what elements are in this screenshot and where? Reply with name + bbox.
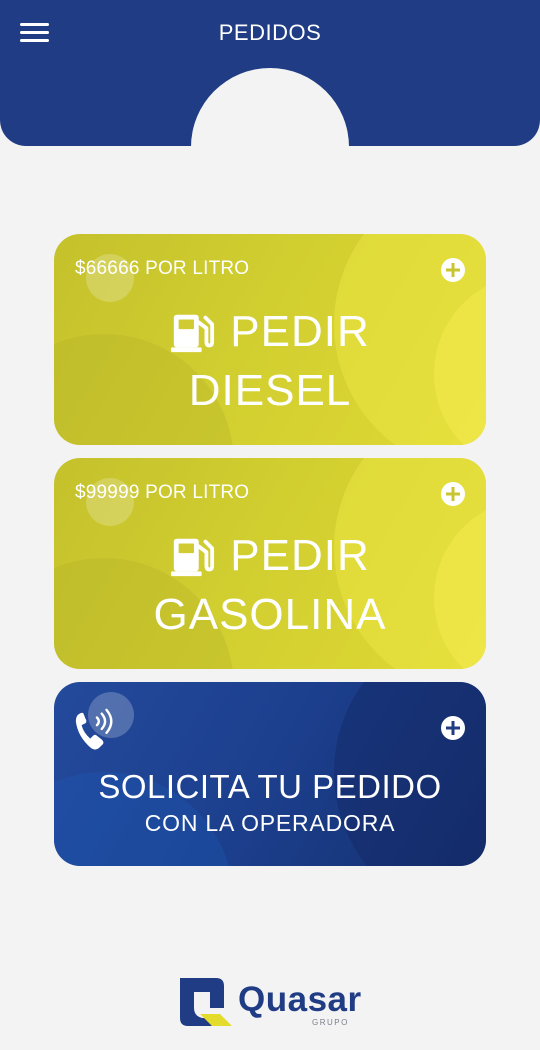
- plus-icon[interactable]: [441, 258, 465, 282]
- order-gasoline-card[interactable]: $99999 POR LITRO PEDIR GASOLINA: [54, 458, 486, 669]
- gasoline-action-label: PEDIR: [230, 531, 370, 580]
- plus-icon[interactable]: [441, 716, 465, 740]
- call-operator-card[interactable]: SOLICITA TU PEDIDO CON LA OPERADORA: [54, 682, 486, 866]
- fuel-pump-icon: [171, 314, 215, 353]
- gasoline-label: PEDIR GASOLINA: [54, 530, 486, 640]
- logo-subtitle: GRUPO: [312, 1018, 349, 1027]
- page-title: PEDIDOS: [218, 20, 322, 45]
- diesel-label: PEDIR DIESEL: [54, 306, 486, 416]
- header-notch: [191, 68, 349, 226]
- quasar-logo-icon: [180, 978, 232, 1026]
- operator-label: SOLICITA TU PEDIDO CON LA OPERADORA: [54, 768, 486, 837]
- gasoline-product-label: GASOLINA: [153, 590, 387, 639]
- diesel-product-label: DIESEL: [188, 366, 352, 415]
- quasar-logo: Quasar GRUPO: [176, 974, 366, 1030]
- order-diesel-card[interactable]: $66666 POR LITRO PEDIR DIESEL: [54, 234, 486, 445]
- operator-subtitle: CON LA OPERADORA: [144, 810, 396, 836]
- plus-icon[interactable]: [441, 482, 465, 506]
- logo-wordmark: Quasar: [238, 980, 362, 1019]
- diesel-price: $66666 POR LITRO: [75, 258, 250, 279]
- gasoline-price: $99999 POR LITRO: [75, 482, 250, 503]
- diesel-action-label: PEDIR: [230, 307, 370, 356]
- fuel-pump-icon: [171, 538, 215, 577]
- operator-title: SOLICITA TU PEDIDO: [98, 768, 442, 805]
- phone-icon: [75, 708, 113, 750]
